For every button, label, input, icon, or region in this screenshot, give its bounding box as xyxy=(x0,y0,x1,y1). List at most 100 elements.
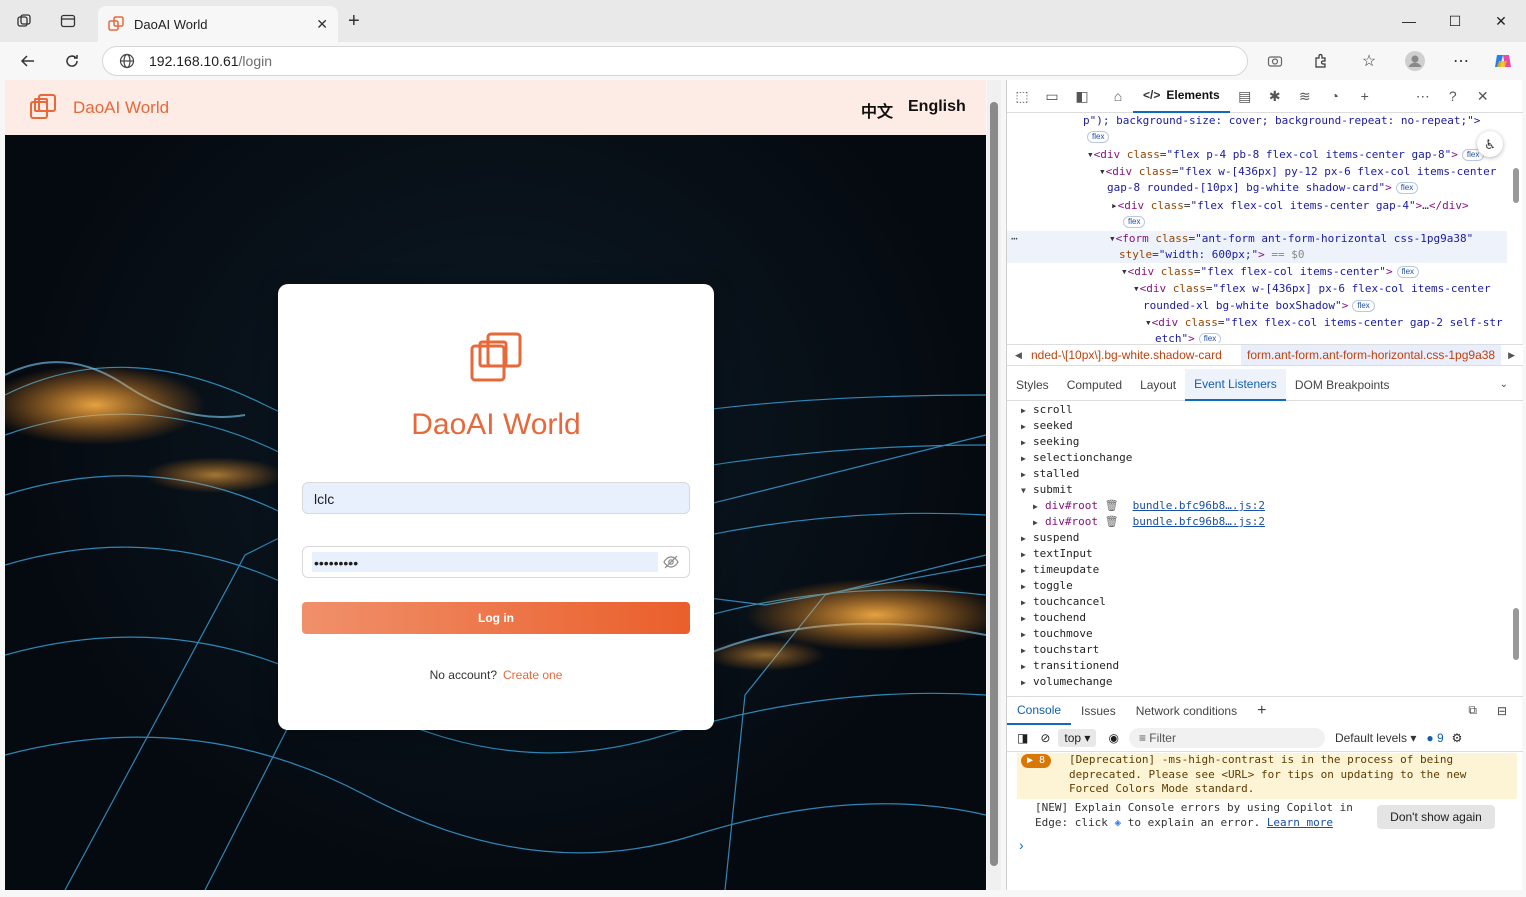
screenshot-icon[interactable] xyxy=(1267,53,1283,69)
code-line[interactable]: gap-8 rounded-[10px] bg-white shadow-car… xyxy=(1107,180,1419,196)
inspect-icon[interactable]: ⬚ xyxy=(1007,81,1037,111)
console-filter-input[interactable]: ≡ Filter xyxy=(1128,727,1325,748)
list-item[interactable]: ▶ stalled xyxy=(1021,466,1079,483)
page-scrollbar[interactable] xyxy=(987,80,1001,890)
list-item[interactable]: ▶ touchend xyxy=(1021,610,1086,627)
tab-styles[interactable]: Styles xyxy=(1007,370,1058,400)
sidebar-toggle-icon[interactable]: ◨ xyxy=(1017,731,1028,745)
network-wifi-icon[interactable]: ≋ xyxy=(1290,81,1320,111)
username-input[interactable]: lclc xyxy=(302,482,690,514)
profile-avatar[interactable] xyxy=(1399,45,1431,77)
list-item[interactable]: ▶ volumechange xyxy=(1021,674,1112,688)
events-scrollbar[interactable] xyxy=(1510,402,1522,688)
dock-icon[interactable]: ◧ xyxy=(1067,81,1097,111)
copilot-icon[interactable] xyxy=(1487,45,1519,77)
code-line[interactable]: ▸<div class="flex flex-col items-center … xyxy=(1111,198,1469,214)
source-link[interactable]: bundle.bfc96b8….js:2 xyxy=(1133,499,1265,512)
tab-elements[interactable]: </> Elements xyxy=(1133,80,1230,113)
refresh-icon[interactable] xyxy=(56,45,88,77)
address-bar[interactable]: 192.168.10.61/login xyxy=(102,46,1283,76)
code-line[interactable]: p"); background-size: cover; background-… xyxy=(1083,113,1480,129)
list-item[interactable]: ▶ timeupdate xyxy=(1021,562,1099,579)
device-toolbar-icon[interactable]: ▭ xyxy=(1037,81,1067,111)
browser-tab[interactable]: DaoAI World ✕ xyxy=(98,6,338,42)
list-item[interactable]: ▼ submit xyxy=(1021,482,1073,499)
login-button[interactable]: Log in xyxy=(302,602,690,634)
selected-code-line[interactable]: ⋯ ▾<form class="ant-form ant-form-horizon… xyxy=(1007,231,1507,247)
create-account-link[interactable]: Create one xyxy=(503,668,562,682)
code-line[interactable]: ▾<div class="flex flex-col items-center … xyxy=(1145,315,1503,331)
tab-dom-breakpoints[interactable]: DOM Breakpoints xyxy=(1286,370,1399,400)
code-line[interactable]: ▾<div class="flex w-[436px] py-12 px-6 f… xyxy=(1099,164,1496,180)
lang-zh-link[interactable]: 中文 xyxy=(861,98,893,122)
eye-invisible-icon[interactable] xyxy=(663,555,679,569)
extensions-icon[interactable] xyxy=(1305,45,1337,77)
more-icon[interactable]: ⋯ xyxy=(1445,45,1477,77)
list-item[interactable]: ▶ textInput xyxy=(1021,546,1093,563)
code-line[interactable]: etch"> flex xyxy=(1155,331,1222,343)
minimize-icon[interactable]: — xyxy=(1386,0,1432,42)
tab-layout[interactable]: Layout xyxy=(1131,370,1185,400)
list-item[interactable]: ▶ suspend xyxy=(1021,530,1079,547)
list-item[interactable]: ▶ seeked xyxy=(1021,418,1073,435)
clear-console-icon[interactable]: ⊘ xyxy=(1040,731,1050,745)
warning-count-badge[interactable]: ▶ 8 xyxy=(1021,754,1052,768)
performance-icon[interactable]: ◔ xyxy=(1320,81,1350,111)
log-levels-select[interactable]: Default levels ▾ xyxy=(1335,731,1416,745)
back-icon[interactable] xyxy=(12,45,44,77)
lang-en-link[interactable]: English xyxy=(908,98,966,116)
close-window-icon[interactable]: ✕ xyxy=(1478,0,1524,42)
tab-event-listeners[interactable]: Event Listeners xyxy=(1185,368,1286,401)
list-item[interactable]: ▶ transitionend xyxy=(1021,658,1119,675)
add-tool-icon[interactable]: + xyxy=(1350,81,1380,111)
close-drawer-icon[interactable]: ⊟ xyxy=(1487,704,1517,718)
accessibility-icon[interactable]: ♿ xyxy=(1477,131,1503,157)
welcome-home-icon[interactable]: ⌂ xyxy=(1103,81,1133,111)
close-devtools-icon[interactable]: ✕ xyxy=(1468,81,1498,111)
page-scrollbar-thumb[interactable] xyxy=(990,102,998,866)
list-item[interactable]: ▶ selectionchange xyxy=(1021,450,1132,467)
sources-bug-icon[interactable]: ✱ xyxy=(1260,81,1290,111)
crumb-left-icon[interactable]: ◀ xyxy=(1015,350,1022,361)
copilot-explain-icon[interactable]: ◈ xyxy=(1114,816,1121,829)
learn-more-link[interactable]: Learn more xyxy=(1267,816,1333,829)
devtools-more-icon[interactable]: ⋯ xyxy=(1408,81,1438,111)
list-item[interactable]: ▶ seeking xyxy=(1021,434,1079,451)
globe-icon[interactable] xyxy=(119,53,135,69)
tab-console[interactable]: Console xyxy=(1007,697,1072,725)
list-item[interactable]: ▶ touchstart xyxy=(1021,642,1099,659)
code-line[interactable]: rounded-xl bg-white boxShadow"> flex xyxy=(1143,298,1375,314)
breadcrumb-item-selected[interactable]: form.ant-form.ant-form-horizontal.css-1p… xyxy=(1241,345,1502,365)
listener-row[interactable]: ▶ div#root 🗑 bundle.bfc96b8….js:2 xyxy=(1033,498,1265,515)
workspaces-icon[interactable] xyxy=(16,13,32,29)
listener-row[interactable]: ▶ div#root 🗑 bundle.bfc96b8….js:2 xyxy=(1033,514,1265,531)
code-line[interactable]: ▾<div class="flex p-4 pb-8 flex-col item… xyxy=(1087,147,1485,163)
list-item[interactable]: ▶ toggle xyxy=(1021,578,1073,595)
tab-network-conditions[interactable]: Network conditions xyxy=(1126,704,1247,718)
selected-code-line[interactable]: style="width: 600px;"> == $0 xyxy=(1007,247,1507,263)
code-line[interactable]: ▾<div class="flex w-[436px] px-6 flex-co… xyxy=(1133,281,1491,297)
maximize-icon[interactable]: ☐ xyxy=(1432,0,1478,42)
password-input[interactable]: ••••••••• xyxy=(302,546,690,578)
list-item[interactable]: ▶ touchmove xyxy=(1021,626,1093,643)
elements-scrollbar[interactable] xyxy=(1510,113,1522,343)
console-icon[interactable]: ▤ xyxy=(1230,81,1260,111)
crumb-right-icon[interactable]: ▶ xyxy=(1508,350,1515,361)
trash-icon[interactable]: 🗑 xyxy=(1105,499,1119,512)
source-link[interactable]: bundle.bfc96b8….js:2 xyxy=(1133,515,1265,528)
console-settings-icon[interactable]: ⚙ xyxy=(1452,731,1463,745)
favorites-icon[interactable]: ☆ xyxy=(1353,45,1385,77)
dont-show-again-button[interactable]: Don't show again xyxy=(1377,805,1495,829)
tab-issues[interactable]: Issues xyxy=(1071,704,1126,718)
live-expression-eye-icon[interactable]: ◉ xyxy=(1108,731,1118,745)
new-tab-icon[interactable]: + xyxy=(348,11,360,31)
code-line[interactable]: ▾<div class="flex flex-col items-center"… xyxy=(1121,264,1420,280)
list-item[interactable]: ▶ touchcancel xyxy=(1021,594,1106,611)
breadcrumb-item[interactable]: nded-\[10px\].bg-white.shadow-card xyxy=(1031,348,1239,362)
add-drawer-tab-icon[interactable]: + xyxy=(1247,702,1276,720)
undock-drawer-icon[interactable]: ⧉ xyxy=(1458,703,1487,718)
trash-icon[interactable]: 🗑 xyxy=(1105,515,1119,528)
list-item[interactable]: ▶ scroll xyxy=(1021,402,1073,419)
tab-computed[interactable]: Computed xyxy=(1058,370,1131,400)
issues-count-badge[interactable]: ● 9 xyxy=(1426,731,1443,745)
